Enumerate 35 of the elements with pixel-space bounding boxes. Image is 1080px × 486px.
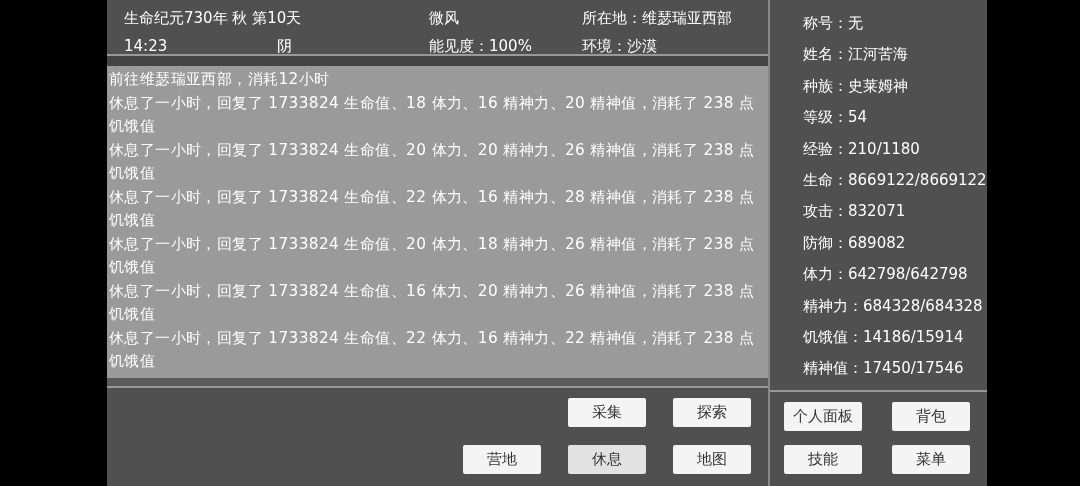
menu-button[interactable]: 个人面板 (784, 402, 862, 431)
date-label: 生命纪元730年 秋 第10天 (124, 8, 302, 29)
log-message: 前往维瑟瑞亚西部，消耗12小时 (109, 69, 331, 90)
visibility-label: 能见度：100% (429, 36, 532, 57)
weather-label: 阴 (277, 36, 292, 57)
menu-button[interactable]: 技能 (784, 445, 862, 474)
stat-label: 称号：无 (803, 13, 864, 34)
stat-label: 姓名：江河苦海 (803, 44, 909, 66)
action-button[interactable]: 营地 (463, 445, 541, 474)
stat-label: 攻击：832071 (803, 201, 907, 223)
stat-label: 等级：54 (803, 107, 869, 129)
stat-label: 饥饿值：14186/15914 (803, 327, 965, 349)
log-message: 休息了一小时，回复了 1733824 生命值、16 体力、20 精神力、26 精神值，消耗了 238 点饥饿值 (109, 280, 756, 325)
menu-button[interactable]: 菜单 (892, 445, 970, 474)
action-button[interactable]: 地图 (673, 445, 751, 474)
log-message: 休息了一小时，回复了 1733824 生命值、22 体力、16 精神力、22 精神值，消耗了 238 点饥饿值 (109, 327, 756, 372)
stat-label: 体力：642798/642798 (803, 264, 969, 286)
log-message: 休息了一小时，回复了 1733824 生命值、20 体力、20 精神力、26 精神值，消耗了 238 点饥饿值 (109, 139, 756, 184)
environment-label: 环境：沙漠 (582, 36, 657, 57)
menu-button[interactable]: 背包 (892, 402, 970, 431)
action-button[interactable]: 采集 (568, 398, 646, 427)
stat-label: 精神值：17450/17546 (803, 358, 965, 380)
location-label: 所在地：维瑟瑞亚西部 (582, 8, 732, 29)
log-message: 休息了一小时，回复了 1733824 生命值、22 体力、16 精神力、28 精神值，消耗了 238 点饥饿值 (109, 186, 756, 231)
stat-label: 精神力：684328/684328 (803, 295, 984, 317)
stat-label: 防御：689082 (803, 232, 907, 254)
stat-label: 生命：8669122/8669122 (803, 170, 987, 192)
time-label: 14:23 (124, 36, 168, 57)
stat-label: 经验：210/1180 (803, 138, 921, 160)
log-message: 休息了一小时，回复了 1733824 生命值、20 体力、18 精神力、26 精神值，消耗了 238 点饥饿值 (109, 233, 756, 278)
wind-label: 微风 (429, 8, 459, 29)
stat-label: 种族：史莱姆神 (803, 75, 909, 97)
action-button[interactable]: 休息 (568, 445, 646, 474)
log-message: 休息了一小时，回复了 1733824 生命值、18 体力、16 精神力、20 精神值，消耗了 238 点饥饿值 (109, 92, 756, 137)
action-button[interactable]: 探索 (673, 398, 751, 427)
